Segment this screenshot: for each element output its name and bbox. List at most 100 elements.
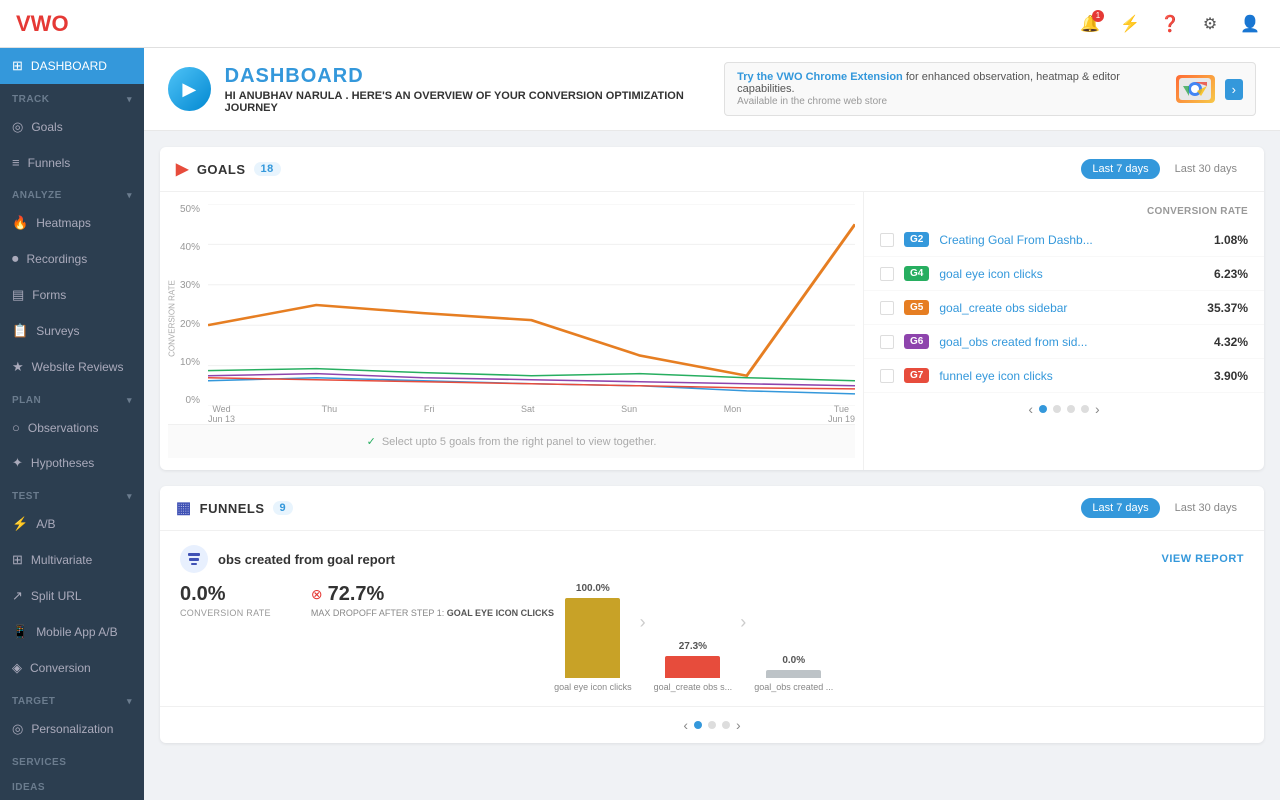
sidebar-item-dashboard[interactable]: ⊞ DASHBOARD: [0, 48, 144, 84]
goals-count-badge: 18: [254, 162, 281, 176]
sidebar-item-split-url[interactable]: ↗ Split URL: [0, 578, 144, 614]
goal-name-g4[interactable]: goal eye icon clicks: [939, 267, 1204, 281]
sidebar-item-hypotheses[interactable]: ✦ Hypotheses: [0, 445, 144, 481]
goal-name-g6[interactable]: goal_obs created from sid...: [939, 335, 1204, 349]
view-report-link[interactable]: VIEW REPORT: [1161, 553, 1244, 565]
heatmaps-icon: 🔥: [12, 215, 28, 231]
ab-icon: ⚡: [12, 516, 28, 532]
sidebar-section-services: SERVICES: [0, 747, 144, 772]
goal-rate-g2: 1.08%: [1214, 233, 1248, 247]
top-bar: VWO 🔔1 ⚡ ❓ ⚙ 👤: [0, 0, 1280, 48]
sidebar-item-conversion[interactable]: ◈ Conversion: [0, 650, 144, 686]
logo: VWO: [16, 11, 69, 37]
sidebar-hypotheses-label: Hypotheses: [31, 456, 94, 470]
multivariate-icon: ⊞: [12, 552, 23, 568]
funnels-7days-btn[interactable]: Last 7 days: [1081, 498, 1159, 518]
funnels-30days-btn[interactable]: Last 30 days: [1164, 498, 1248, 518]
sidebar-item-forms[interactable]: ▤ Forms: [0, 277, 144, 313]
goal-name-g2[interactable]: Creating Goal From Dashb...: [939, 233, 1204, 247]
analyze-arrow: ▾: [127, 190, 132, 201]
sidebar-conversion-label: Conversion: [30, 661, 91, 675]
goal-name-g7[interactable]: funnel eye icon clicks: [939, 369, 1204, 383]
sidebar-heatmaps-label: Heatmaps: [36, 216, 91, 230]
sidebar-observations-label: Observations: [28, 421, 99, 435]
goals-next-page[interactable]: ›: [1095, 401, 1100, 417]
pulse-icon[interactable]: ⚡: [1116, 10, 1144, 38]
sidebar-item-surveys[interactable]: 📋 Surveys: [0, 313, 144, 349]
funnels-page-dot-1[interactable]: [694, 721, 702, 729]
funnel-bar-label-2: goal_create obs s...: [654, 682, 733, 692]
goal-row-g6: G6 goal_obs created from sid... 4.32%: [864, 325, 1264, 359]
mobile-ab-icon: 📱: [12, 624, 28, 640]
hypotheses-icon: ✦: [12, 455, 23, 471]
goal-row-g7: G7 funnel eye icon clicks 3.90%: [864, 359, 1264, 393]
goal-rate-g5: 35.37%: [1207, 301, 1248, 315]
sidebar-item-recordings[interactable]: ⏺ Recordings: [0, 241, 144, 277]
funnels-next-page[interactable]: ›: [736, 717, 741, 733]
goal-checkbox-g7[interactable]: [880, 369, 894, 383]
track-arrow: ▾: [127, 94, 132, 105]
sidebar-item-observations[interactable]: ○ Observations: [0, 410, 144, 445]
goals-page-dot-4[interactable]: [1081, 405, 1089, 413]
goals-card-header: ▶ GOALS 18 Last 7 days Last 30 days: [160, 147, 1264, 192]
funnels-prev-page[interactable]: ‹: [683, 717, 688, 733]
funnels-main-layout: 0.0% CONVERSION RATE ⊗ 72.7% MAX DROPOFF…: [180, 583, 1244, 692]
check-icon: ✓: [367, 435, 376, 448]
funnels-count-badge: 9: [273, 501, 294, 515]
goals-page-dot-3[interactable]: [1067, 405, 1075, 413]
goal-checkbox-g5[interactable]: [880, 301, 894, 315]
sidebar-item-goals[interactable]: ◎ Goals: [0, 109, 144, 145]
banner-arrow[interactable]: ›: [1225, 79, 1243, 100]
goal-checkbox-g6[interactable]: [880, 335, 894, 349]
sidebar-item-multivariate[interactable]: ⊞ Multivariate: [0, 542, 144, 578]
main-layout: ⊞ DASHBOARD TRACK ▾ ◎ Goals ≡ Funnels AN…: [0, 48, 1280, 800]
funnel-bar-2: [665, 656, 720, 678]
goal-tag-g4: G4: [904, 266, 929, 281]
sidebar-item-ab[interactable]: ⚡ A/B: [0, 506, 144, 542]
goals-7days-btn[interactable]: Last 7 days: [1081, 159, 1159, 179]
sidebar-multivariate-label: Multivariate: [31, 553, 92, 567]
banner-link[interactable]: Try the VWO Chrome Extension: [737, 71, 903, 83]
funnels-page-dot-2[interactable]: [708, 721, 716, 729]
funnels-page-dot-3[interactable]: [722, 721, 730, 729]
header-icon: ▶: [168, 67, 211, 111]
sidebar-section-track: TRACK ▾: [0, 84, 144, 109]
page-title: DASHBOARD: [225, 65, 724, 88]
sidebar-item-personalization[interactable]: ◎ Personalization: [0, 711, 144, 747]
sidebar-item-funnels[interactable]: ≡ Funnels: [0, 145, 144, 180]
goals-prev-page[interactable]: ‹: [1028, 401, 1033, 417]
x-label-fri: Fri: [424, 404, 435, 424]
goals-page-dot-2[interactable]: [1053, 405, 1061, 413]
sidebar-dashboard-label: DASHBOARD: [31, 59, 107, 73]
sidebar-section-target: TARGET ▾: [0, 686, 144, 711]
funnels-card: ▦ FUNNELS 9 Last 7 days Last 30 days: [160, 486, 1264, 743]
goals-30days-btn[interactable]: Last 30 days: [1164, 159, 1248, 179]
goal-rate-g6: 4.32%: [1214, 335, 1248, 349]
user-icon[interactable]: 👤: [1236, 10, 1264, 38]
goal-tag-g7: G7: [904, 368, 929, 383]
goal-checkbox-g2[interactable]: [880, 233, 894, 247]
x-label-sat: Sat: [521, 404, 535, 424]
y-axis: 50% 40% 30% 20% 10% 0%: [168, 204, 204, 424]
goal-name-g5[interactable]: goal_create obs sidebar: [939, 301, 1197, 315]
funnel-arrow-1: ›: [632, 612, 654, 663]
sidebar-item-heatmaps[interactable]: 🔥 Heatmaps: [0, 205, 144, 241]
goals-page-dot-1[interactable]: [1039, 405, 1047, 413]
goal-checkbox-g4[interactable]: [880, 267, 894, 281]
funnels-title-icon: ▦: [176, 498, 192, 518]
sidebar-item-mobile-ab[interactable]: 📱 Mobile App A/B: [0, 614, 144, 650]
help-icon[interactable]: ❓: [1156, 10, 1184, 38]
chrome-extension-banner: Try the VWO Chrome Extension for enhance…: [724, 62, 1256, 116]
sidebar-item-website-reviews[interactable]: ★ Website Reviews: [0, 349, 144, 385]
conversion-icon: ◈: [12, 660, 22, 676]
target-arrow: ▾: [127, 696, 132, 707]
goal-tag-g5: G5: [904, 300, 929, 315]
notifications-icon[interactable]: 🔔1: [1076, 10, 1104, 38]
funnels-pagination: ‹ ›: [160, 706, 1264, 743]
x-label-mon: Mon: [724, 404, 742, 424]
settings-icon[interactable]: ⚙: [1196, 10, 1224, 38]
goal-rate-g7: 3.90%: [1214, 369, 1248, 383]
funnel-bar-3: [766, 670, 821, 678]
dropoff-stat-warning: ⊗ 72.7%: [311, 583, 554, 606]
goal-row-g4: G4 goal eye icon clicks 6.23%: [864, 257, 1264, 291]
